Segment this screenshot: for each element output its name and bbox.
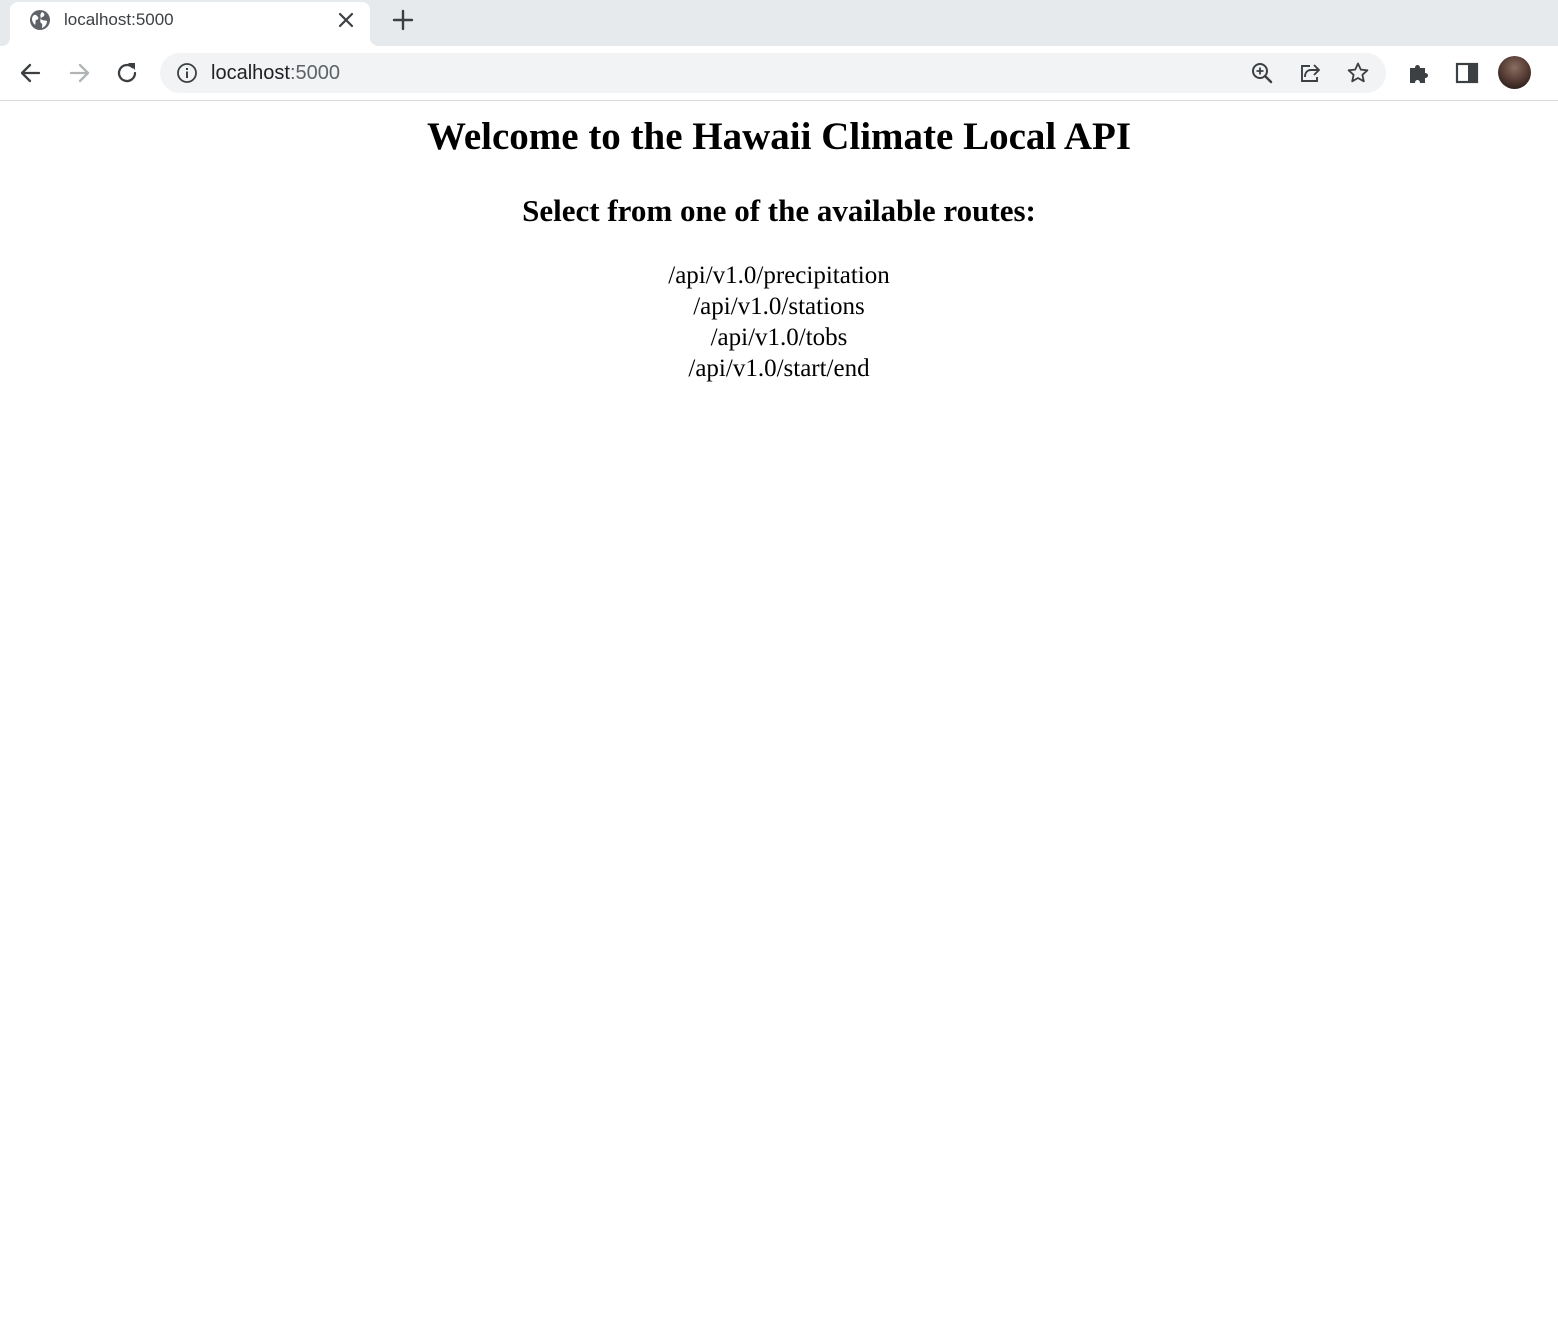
forward-button[interactable] — [65, 59, 93, 87]
back-button[interactable] — [17, 59, 45, 87]
profile-avatar[interactable] — [1498, 56, 1531, 89]
route-item: /api/v1.0/start/end — [688, 355, 870, 382]
globe-icon — [30, 10, 50, 30]
side-panel-icon[interactable] — [1453, 59, 1481, 87]
close-icon[interactable] — [336, 10, 356, 30]
page-title: Welcome to the Hawaii Climate Local API — [426, 115, 1132, 158]
zoom-in-icon[interactable] — [1250, 61, 1274, 85]
url-host: localhost — [211, 62, 290, 84]
route-item: /api/v1.0/precipitation — [668, 262, 890, 289]
page-subtitle: Select from one of the available routes: — [522, 193, 1036, 228]
browser-toolbar: localhost:5000 — [0, 46, 1558, 101]
browser-tab[interactable]: localhost:5000 — [10, 2, 370, 46]
tab-title: localhost:5000 — [64, 10, 174, 29]
page-content: Welcome to the Hawaii Climate Local API … — [0, 101, 1558, 1330]
new-tab-button[interactable] — [390, 7, 416, 33]
reload-button[interactable] — [113, 59, 141, 87]
route-item: /api/v1.0/stations — [693, 293, 865, 320]
url-text[interactable]: localhost:5000 — [211, 62, 340, 84]
tab-strip: localhost:5000 — [0, 0, 1558, 46]
routes-list: /api/v1.0/precipitation /api/v1.0/statio… — [0, 260, 1558, 384]
route-item: /api/v1.0/tobs — [710, 324, 848, 351]
info-icon[interactable] — [176, 62, 198, 84]
address-bar[interactable]: localhost:5000 — [160, 53, 1386, 93]
puzzle-icon[interactable] — [1405, 59, 1433, 87]
share-icon[interactable] — [1298, 61, 1322, 85]
url-port: :5000 — [289, 62, 340, 84]
star-icon[interactable] — [1346, 61, 1370, 85]
